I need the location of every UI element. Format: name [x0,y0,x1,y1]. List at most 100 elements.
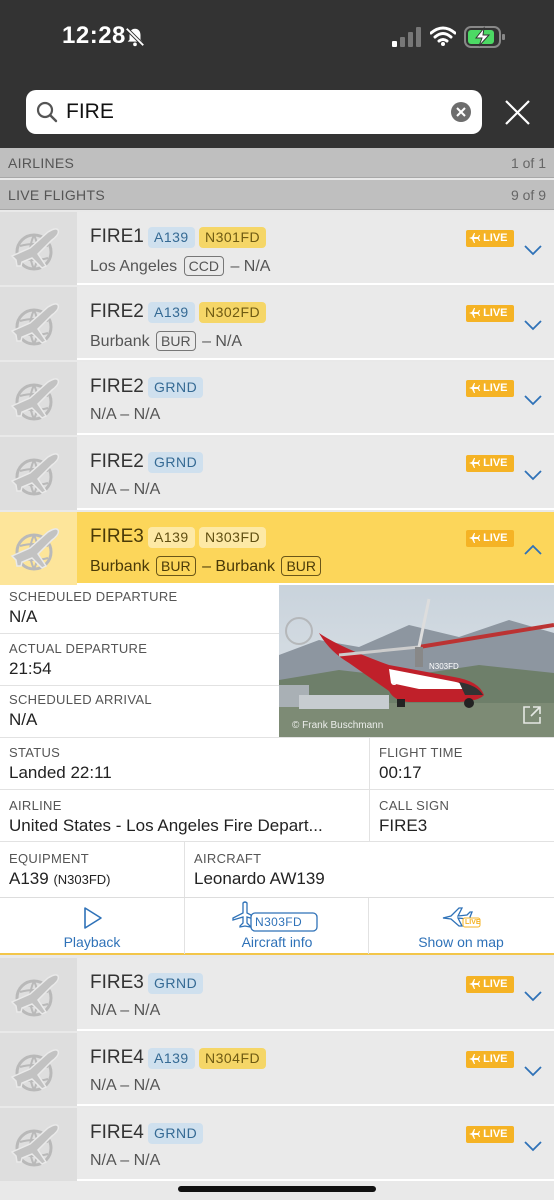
airlines-section-header[interactable]: AIRLINES 1 of 1 [0,148,554,178]
flight-callsign: FIRE4 [90,1122,144,1143]
live-flights-section-header[interactable]: LIVE FLIGHTS 9 of 9 [0,180,554,210]
aircraft-type-badge: A139 [148,302,195,323]
route-dash: – [230,258,240,275]
live-badge: LIVE [466,1051,514,1068]
live-label: LIVE [483,382,508,394]
flight-row[interactable]: FIRE2 GRND N/A – N/A LIVE [0,437,554,510]
search-input[interactable] [66,90,436,134]
heli-number: 3 [391,676,397,688]
field-label: ACTUAL DEPARTURE [9,641,148,656]
origin-city: N/A [90,1002,116,1019]
show-on-map-button[interactable]: LIVE Show on map [369,898,553,954]
live-badge: LIVE [466,380,514,397]
chevron-down-icon[interactable] [523,465,543,485]
flight-callsign: FIRE4 [90,1047,144,1068]
destination-city: N/A [133,1077,161,1094]
flight-route: N/A – N/A [90,406,160,424]
origin-city: N/A [90,406,116,423]
route-dash: – [120,1077,130,1094]
home-indicator[interactable] [178,1186,376,1192]
actual-departure: ACTUAL DEPARTURE 21:54 [9,641,147,679]
open-external-icon[interactable] [520,703,544,727]
chevron-down-icon[interactable] [523,986,543,1006]
chevron-down-icon[interactable] [523,1061,543,1081]
photo-credit: © Frank Buschmann [292,720,384,731]
flight-row[interactable]: FIRE3 GRND N/A – N/A LIVE [0,958,554,1031]
origin-city: N/A [90,1077,116,1094]
flight-time: FLIGHT TIME 00:17 [379,745,463,783]
destination-city: N/A [133,1002,161,1019]
origin-city: Los Angeles [90,258,178,275]
flight-row[interactable]: FIRE2 A139 N302FD Burbank BUR – N/A LIVE [0,287,554,360]
destination-city: N/A [215,333,243,350]
flight-callsign: FIRE3 [90,972,144,993]
live-label: LIVE [483,232,508,244]
plane-icon [469,232,480,244]
field-value: 21:54 [9,659,52,678]
registration-badge: N303FD [199,527,267,548]
flight-row[interactable]: FIRE4 GRND N/A – N/A LIVE [0,1108,554,1181]
chevron-down-icon[interactable] [523,1136,543,1156]
flight-callsign: FIRE1 [90,226,144,247]
live-badge: LIVE [466,976,514,993]
call-sign: CALL SIGN FIRE3 [379,798,449,836]
flight-route: Burbank BUR – Burbank BUR [90,556,323,576]
flight-row[interactable]: FIRE2 GRND N/A – N/A LIVE [0,362,554,435]
flight-row[interactable]: FIRE1 A139 N301FD Los Angeles CCD – N/A L… [0,212,554,285]
origin-code: BUR [156,556,196,576]
airline-logo [0,958,77,1031]
origin-city: N/A [90,481,116,498]
divider [0,633,279,634]
equipment-reg: (N303FD) [53,872,111,887]
route-dash: – [202,333,211,350]
live-label: LIVE [483,1053,508,1065]
field-label: STATUS [9,745,61,760]
aircraft-type-badge: GRND [148,377,204,398]
destination-code: BUR [281,556,322,576]
chevron-down-icon[interactable] [523,315,543,335]
clear-search-icon[interactable] [450,101,472,123]
divider [0,789,554,790]
chevron-down-icon[interactable] [523,240,543,260]
live-badge: LIVE [466,1126,514,1143]
destination-city: Burbank [215,558,276,575]
flight-row[interactable]: FIRE3 A139 N303FD Burbank BUR – Burbank B… [0,512,554,585]
search-bar[interactable] [26,90,482,134]
field-value: Landed 22:11 [9,763,112,782]
plane-icon [469,382,480,394]
aircraft-photo[interactable]: N303FD 3 [279,585,554,737]
flight-row[interactable]: FIRE4 A139 N304FD N/A – N/A LIVE [0,1033,554,1106]
flight-callsign: FIRE2 [90,376,144,397]
field-label: FLIGHT TIME [379,745,463,760]
divider [0,737,554,738]
airline-logo [0,362,77,435]
live-badge: LIVE [466,305,514,322]
equipment-type: A139 [9,869,49,888]
plane-icon [469,307,480,319]
field-label: SCHEDULED DEPARTURE [9,589,178,604]
field-value: United States - Los Angeles Fire Depart.… [9,816,323,835]
status: STATUS Landed 22:11 [9,745,112,783]
airline-logo-placeholder-icon [10,228,60,271]
wifi-icon [430,26,456,46]
field-label: AIRCRAFT [194,851,262,866]
aircraft-info-button[interactable]: N303FD Aircraft info [185,898,369,954]
registration-badge: N302FD [199,302,267,323]
close-icon[interactable] [504,99,531,126]
aircraft-info-reg: N303FD [255,915,303,929]
playback-button[interactable]: Playback [0,898,184,954]
airline-logo-placeholder-icon [10,528,60,571]
chevron-down-icon[interactable] [523,390,543,410]
airline-logo-placeholder-icon [10,974,60,1017]
airline-logo-placeholder-icon [10,1049,60,1092]
aircraft-type-badge: A139 [148,527,195,548]
destination-city: N/A [133,481,161,498]
aircraft-type-badge: GRND [148,452,204,473]
field-label: SCHEDULED ARRIVAL [9,692,152,707]
section-label: LIVE FLIGHTS [8,187,105,203]
play-icon [84,907,102,929]
aircraft-type-badge: GRND [148,1123,204,1144]
chevron-up-icon[interactable] [523,540,543,560]
flight-route: N/A – N/A [90,1152,160,1170]
plane-live-icon [442,907,481,928]
